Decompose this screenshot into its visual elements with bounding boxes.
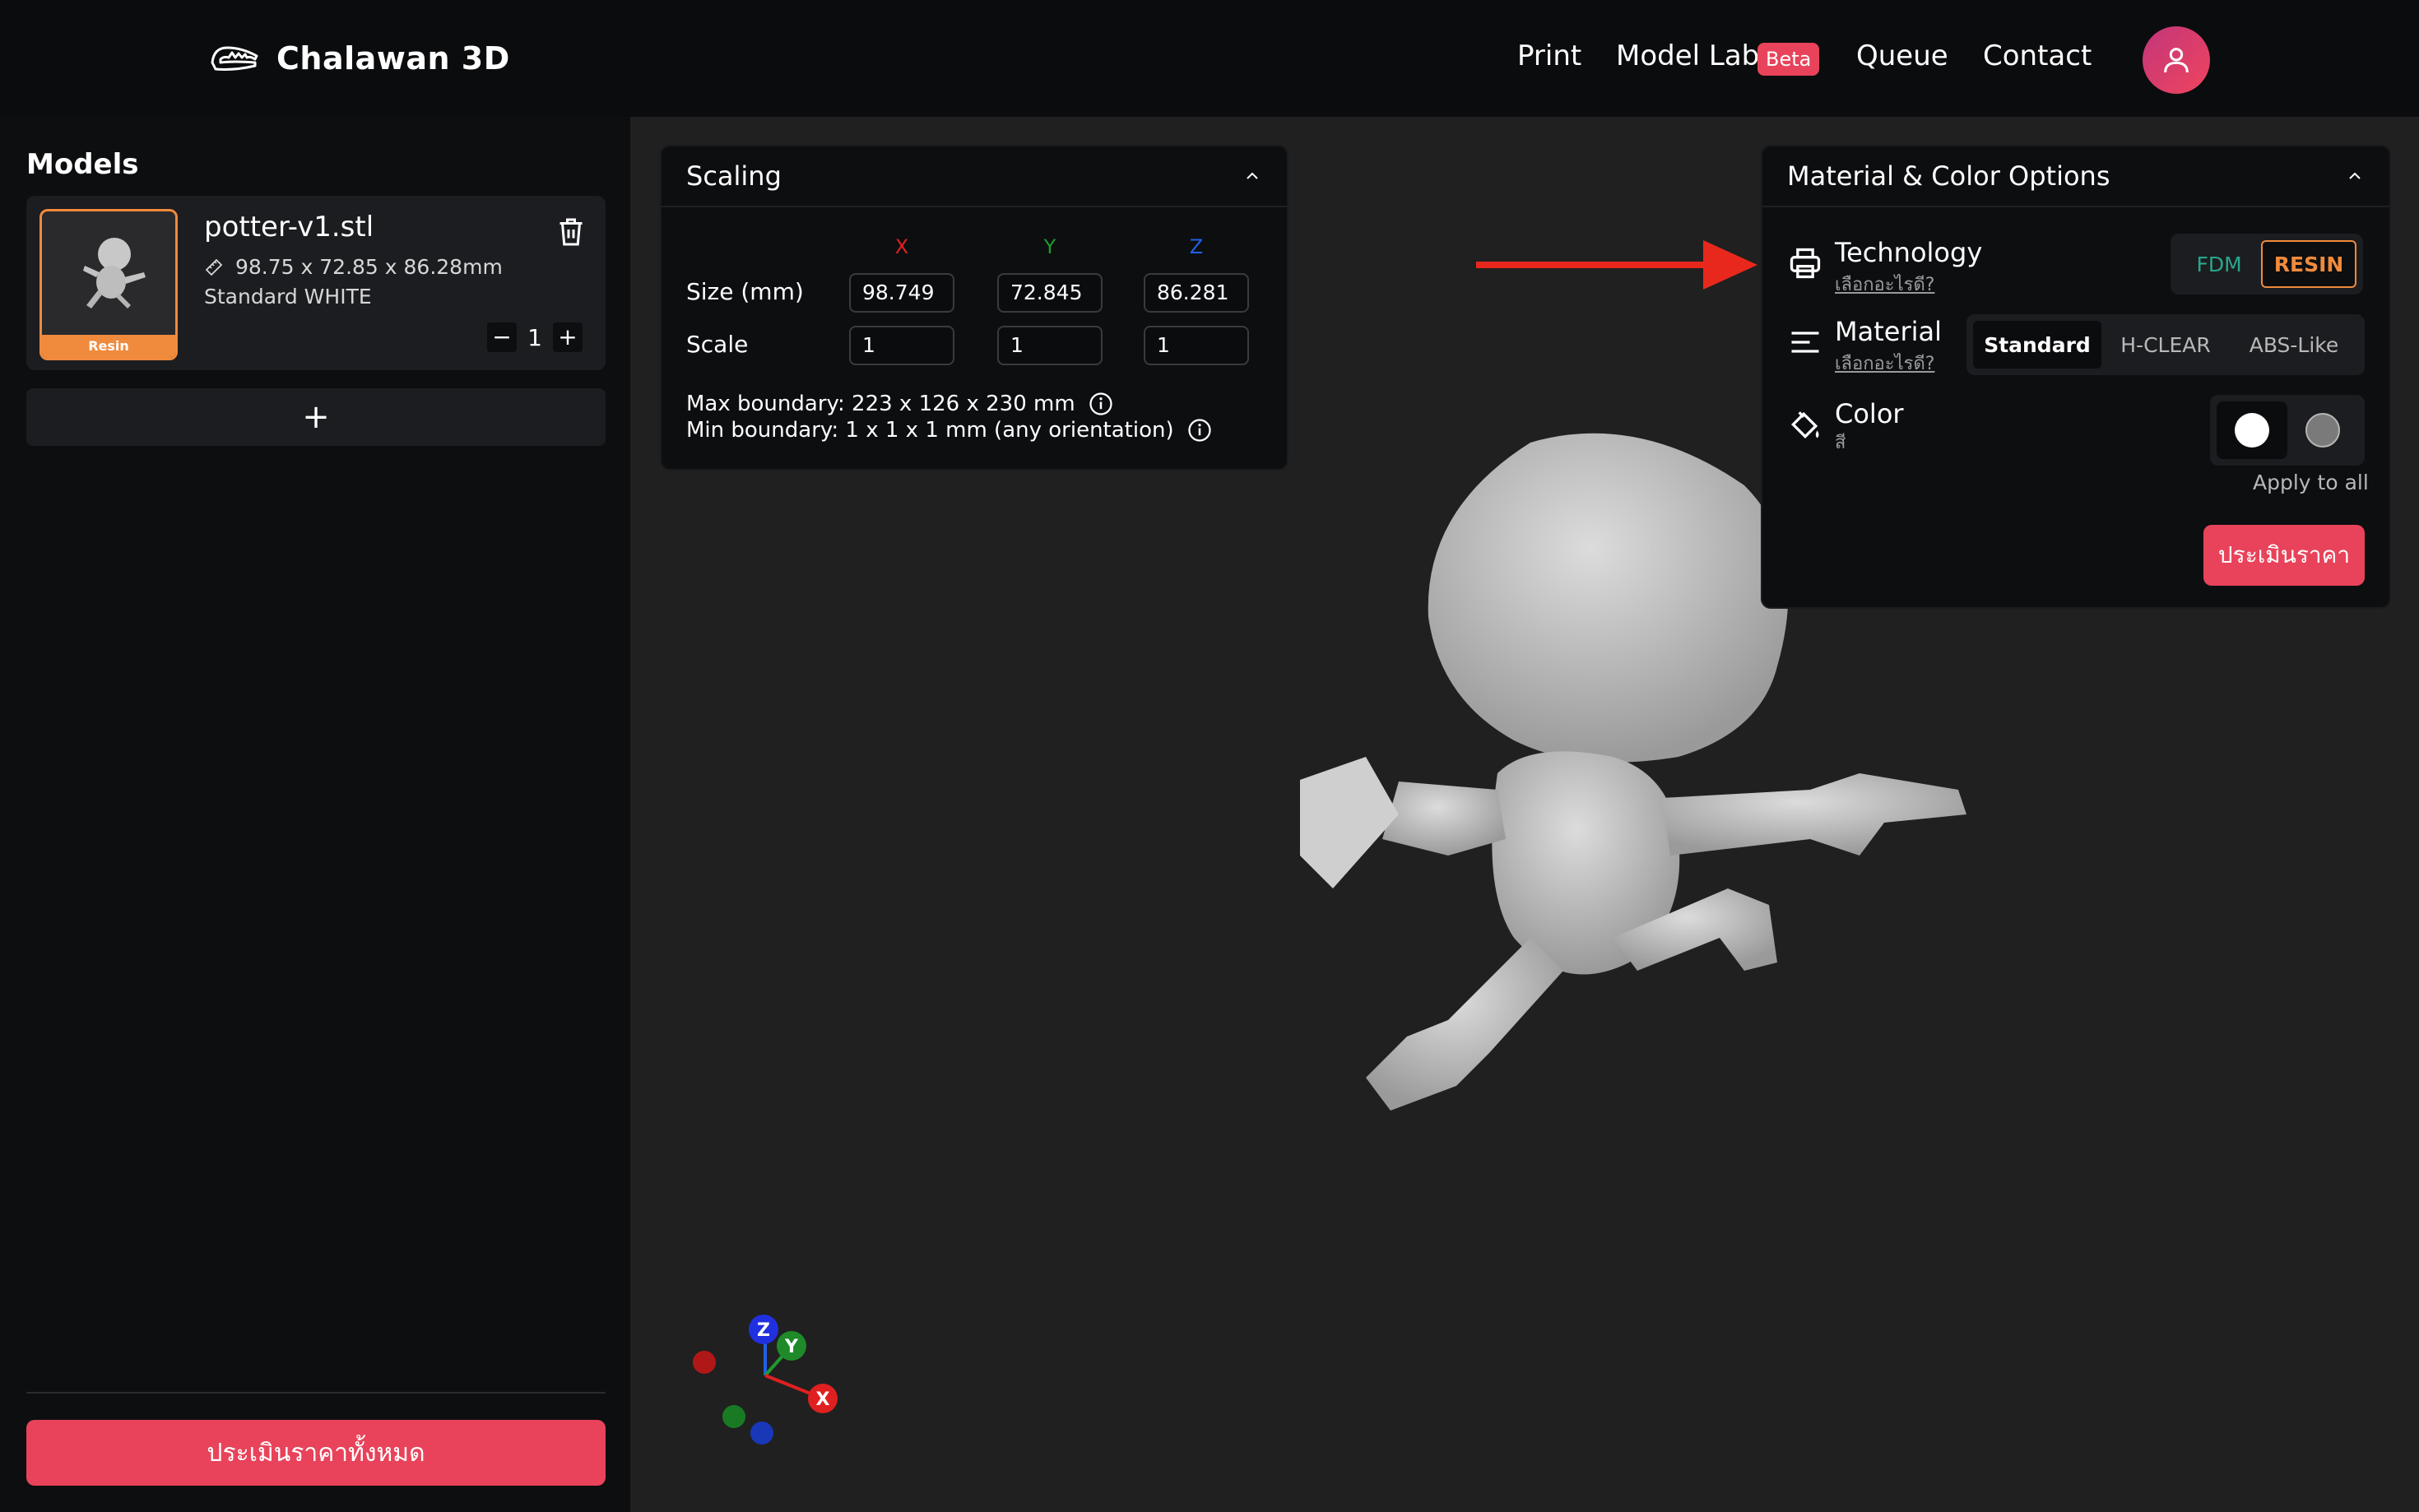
lines-icon (1791, 332, 1819, 353)
size-z-input[interactable]: 86.281 (1144, 273, 1249, 313)
crocodile-logo-icon (211, 46, 258, 71)
user-icon (2164, 48, 2189, 73)
gray-swatch-dot (2305, 413, 2340, 448)
color-title: Color (1835, 398, 1904, 429)
scale-z-input[interactable]: 1 (1144, 326, 1249, 365)
axis-z-label: Z (1189, 235, 1204, 258)
material-h-clear-option[interactable]: H-CLEAR (2101, 321, 2230, 369)
model-filename: potter-v1.stl (204, 211, 374, 243)
ruler-icon (205, 258, 223, 276)
material-panel-title: Material & Color Options (1787, 160, 2110, 192)
min-boundary-text: Min boundary: 1 x 1 x 1 mm (any orientat… (686, 418, 1174, 443)
technology-selector: FDM RESIN (2171, 234, 2363, 295)
quantity-value[interactable]: 1 (517, 324, 553, 351)
model-card[interactable]: Resin potter-v1.stl 98.75 x 72.85 x 86.2… (26, 196, 606, 370)
user-avatar-button[interactable] (2143, 26, 2210, 94)
scaling-header[interactable]: Scaling (662, 146, 1287, 207)
color-swatch-gray[interactable] (2287, 401, 2358, 459)
z-axis-text: Z (757, 1320, 770, 1341)
material-abs-like-option[interactable]: ABS-Like (2230, 321, 2358, 369)
material-header[interactable]: Material & Color Options (1762, 146, 2389, 207)
neg-y-dot[interactable] (722, 1405, 745, 1428)
nav-queue[interactable]: Queue (1856, 39, 1948, 72)
scale-label: Scale (686, 331, 749, 358)
min-boundary: Min boundary: 1 x 1 x 1 mm (any orientat… (686, 418, 1212, 443)
y-axis-text: Y (784, 1337, 799, 1357)
paint-bucket-icon (1790, 411, 1819, 439)
scale-y-input[interactable]: 1 (997, 326, 1103, 365)
color-selector (2210, 395, 2365, 466)
models-sidebar: Models Resin potter-v1.stl 98.75 x 72.85… (0, 117, 630, 1512)
size-y-input[interactable]: 72.845 (997, 273, 1103, 313)
tech-fdm-option[interactable]: FDM (2177, 240, 2261, 288)
top-navbar: Chalawan 3D Print Model Lab Beta Queue C… (0, 0, 2419, 117)
brand-logo[interactable]: Chalawan 3D (209, 38, 510, 79)
figurine-thumbnail-icon (83, 238, 146, 308)
info-icon[interactable] (1089, 392, 1113, 416)
sidebar-divider (26, 1392, 606, 1394)
technology-badge: Resin (42, 335, 175, 358)
decrease-quantity-button[interactable]: − (487, 322, 517, 352)
model-thumbnail[interactable]: Resin (39, 209, 178, 360)
axis-x-label: X (894, 235, 909, 258)
material-standard-option[interactable]: Standard (1973, 321, 2101, 369)
quantity-stepper: − 1 + (487, 322, 583, 352)
nav-contact[interactable]: Contact (1983, 39, 2092, 72)
scale-x-input[interactable]: 1 (849, 326, 954, 365)
dimensions-text: 98.75 x 72.85 x 86.28mm (235, 255, 503, 279)
max-boundary-text: Max boundary: 223 x 126 x 230 mm (686, 392, 1075, 416)
neg-z-dot[interactable] (750, 1422, 773, 1445)
model-material: Standard WHITE (204, 285, 372, 308)
tech-resin-option[interactable]: RESIN (2261, 240, 2356, 288)
color-subtitle: สี (1835, 433, 1846, 453)
technology-help-link[interactable]: เลือกอะไรดี? (1835, 270, 1934, 299)
color-swatch-white[interactable] (2217, 401, 2287, 459)
scaling-title: Scaling (686, 160, 782, 192)
estimate-all-button[interactable]: ประเมินราคาทั้งหมด (26, 1420, 606, 1486)
add-model-button[interactable]: + (26, 388, 606, 446)
apply-to-all-link[interactable]: Apply to all (2253, 471, 2369, 494)
material-color-panel: Material & Color Options Technology เลือ… (1761, 145, 2391, 609)
red-arrow-annotation (1476, 240, 1757, 290)
nav-model-lab[interactable]: Model Lab (1616, 39, 1759, 72)
increase-quantity-button[interactable]: + (553, 322, 583, 352)
info-icon[interactable] (1187, 418, 1212, 443)
brand-name: Chalawan 3D (276, 40, 510, 77)
material-help-link[interactable]: เลือกอะไรดี? (1835, 349, 1934, 378)
sidebar-title: Models (26, 148, 139, 181)
material-title: Material (1835, 316, 1942, 347)
size-x-input[interactable]: 98.749 (849, 273, 954, 313)
beta-badge: Beta (1757, 43, 1820, 76)
neg-x-dot[interactable] (693, 1351, 716, 1374)
technology-title: Technology (1835, 237, 1983, 268)
model-dimensions: 98.75 x 72.85 x 86.28mm (204, 255, 503, 279)
axis-gizmo[interactable]: Z Y X (685, 1306, 849, 1446)
axis-y-label: Y (1043, 235, 1056, 258)
x-axis-text: X (816, 1389, 830, 1410)
estimate-price-button[interactable]: ประเมินราคา (2203, 525, 2365, 586)
chevron-up-icon[interactable] (2345, 166, 2365, 186)
max-boundary: Max boundary: 223 x 126 x 230 mm (686, 392, 1113, 416)
printer-icon (1790, 248, 1821, 279)
white-swatch-dot (2235, 413, 2269, 448)
size-label: Size (mm) (686, 278, 804, 305)
chevron-up-icon[interactable] (1242, 166, 1262, 186)
nav-print[interactable]: Print (1517, 39, 1581, 72)
material-selector: Standard H-CLEAR ABS-Like (1966, 314, 2365, 375)
trash-icon[interactable] (556, 216, 586, 248)
scaling-panel: Scaling X Y Z Size (mm) 98.749 72.845 86… (660, 145, 1288, 471)
